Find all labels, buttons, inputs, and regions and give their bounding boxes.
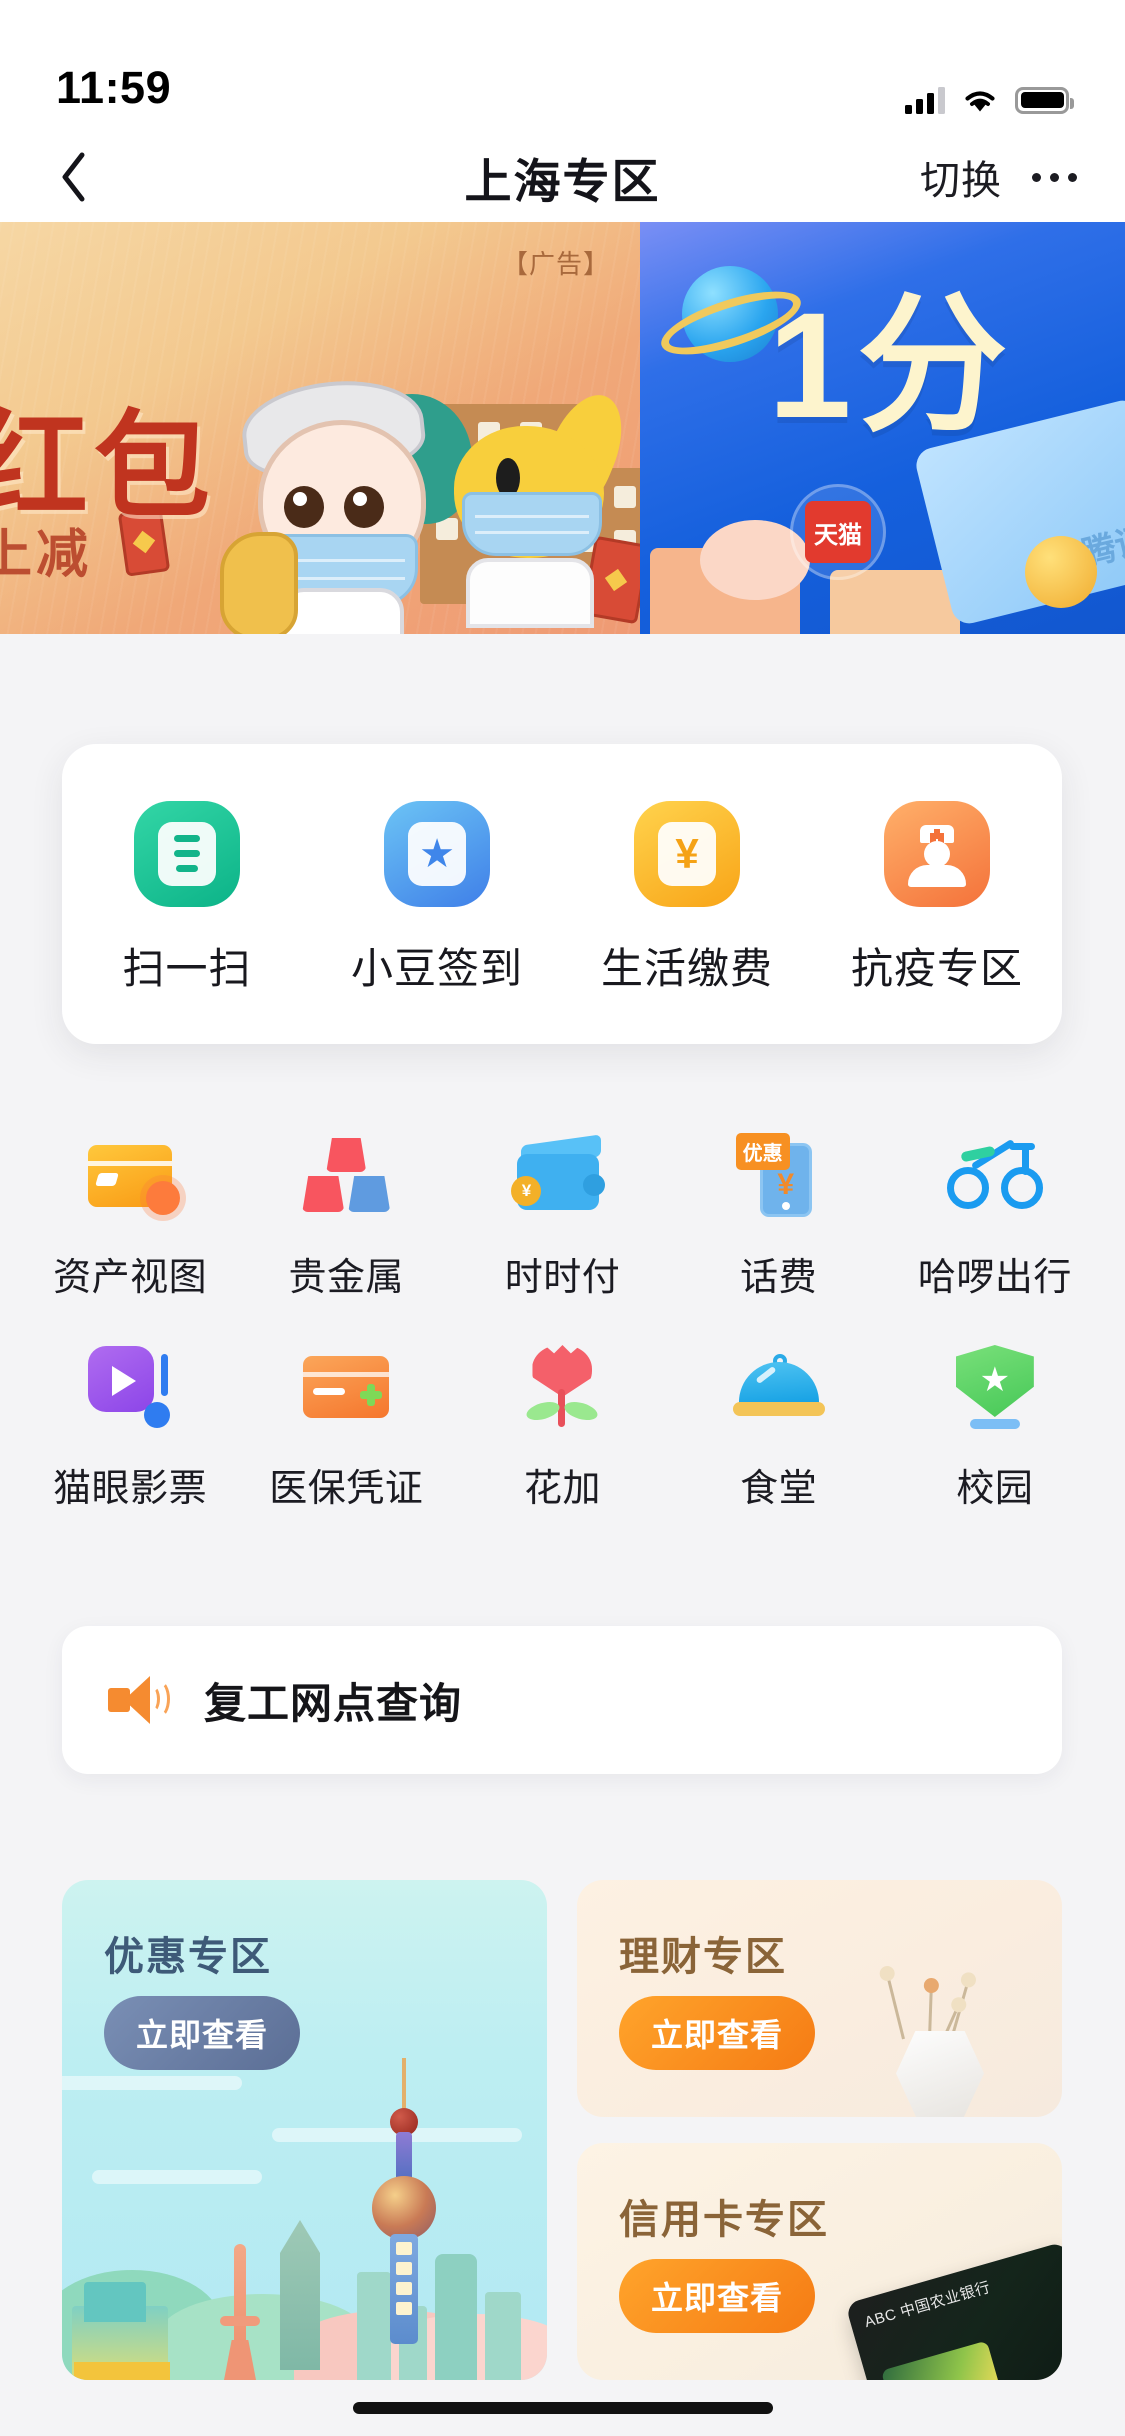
more-dots-icon[interactable] <box>1028 163 1081 192</box>
promo-card-creditcard[interactable]: 信用卡专区 立即查看 ABC 中国农业银行 Q <box>577 2143 1062 2380</box>
switch-region-button[interactable]: 切换 <box>920 148 1002 206</box>
quick-action-scan[interactable]: 扫一扫 <box>82 800 292 996</box>
credit-card-art: ABC 中国农业银行 Q <box>845 2241 1062 2380</box>
vase-art <box>896 2031 984 2117</box>
service-label: 食堂 <box>740 1468 818 1510</box>
movie-ticket-icon <box>82 1339 178 1435</box>
status-bar-time: 11:59 <box>56 62 172 113</box>
banner-right-headline: 1分 <box>768 281 1014 449</box>
campus-shield-icon: ★ <box>947 1339 1043 1435</box>
yen-payment-icon: ¥ <box>634 800 740 907</box>
coin-art <box>1025 536 1097 608</box>
nurse-epidemic-icon <box>884 800 990 907</box>
tulip-flower-icon <box>514 1339 610 1435</box>
gold-bars-icon <box>298 1128 394 1224</box>
cellular-signal-icon <box>905 86 945 114</box>
nav-bar: 上海专区 切换 <box>0 132 1125 222</box>
service-label: 时时付 <box>504 1257 621 1299</box>
service-huajia[interactable]: 花加 <box>464 1339 660 1512</box>
service-canteen[interactable]: 食堂 <box>681 1339 877 1512</box>
service-precious-metals[interactable]: 贵金属 <box>248 1128 444 1301</box>
promo-section: 优惠专区 立即查看 理财专区 立即查看 信用卡专区 立即查看 ABC 中国农业银… <box>62 1880 1062 2380</box>
service-label: 话费 <box>740 1257 818 1299</box>
battery-icon <box>1015 86 1074 114</box>
service-medical-insurance[interactable]: 医保凭证 <box>248 1339 444 1512</box>
antenna-tower-art <box>220 2244 260 2376</box>
promo-card-finance[interactable]: 理财专区 立即查看 <box>577 1880 1062 2117</box>
banner-carousel: 【广告】 红包 上减 1分 腾讯 天猫 <box>0 222 1125 634</box>
promo-title: 信用卡专区 <box>619 2198 829 2242</box>
shanghai-skyline-art <box>62 2050 547 2380</box>
service-label: 医保凭证 <box>269 1468 424 1510</box>
service-icon-grid: 资产视图 贵金属 ¥ 时时付 优惠 ¥ 话费 哈啰出行 猫眼影票 医保凭证 花加… <box>0 1128 1125 1550</box>
jinmao-tower-art <box>280 2220 320 2370</box>
promo-title: 理财专区 <box>619 1935 787 1979</box>
discount-badge: 优惠 <box>735 1133 790 1170</box>
planet-icon <box>654 266 808 368</box>
masked-dog-mascot-icon <box>432 384 637 634</box>
service-label: 资产视图 <box>53 1257 208 1299</box>
service-asset-view[interactable]: 资产视图 <box>32 1128 228 1301</box>
oriental-pearl-tower-art <box>368 2058 440 2358</box>
food-cloche-icon <box>731 1339 827 1435</box>
service-instant-pay[interactable]: ¥ 时时付 <box>464 1128 660 1301</box>
quick-action-label: 小豆签到 <box>350 944 523 992</box>
asset-card-icon <box>82 1128 181 1224</box>
service-label: 花加 <box>523 1468 601 1510</box>
megaphone-icon <box>108 1672 170 1728</box>
service-label: 校园 <box>956 1468 1034 1510</box>
quick-action-utilities[interactable]: ¥ 生活缴费 <box>582 800 792 996</box>
medical-insurance-card-icon <box>298 1339 394 1435</box>
service-campus[interactable]: ★ 校园 <box>897 1339 1093 1512</box>
service-label: 贵金属 <box>288 1257 405 1299</box>
promo-button[interactable]: 立即查看 <box>619 2259 816 2333</box>
quick-action-checkin[interactable]: ★ 小豆签到 <box>332 800 542 996</box>
quick-action-epidemic[interactable]: 抗疫专区 <box>832 800 1042 996</box>
banner-ad-left[interactable]: 【广告】 红包 上减 <box>0 222 640 634</box>
tmall-badge: 天猫 <box>790 484 886 580</box>
ad-label: 【广告】 <box>501 249 610 279</box>
masked-mascot-icon <box>220 372 452 634</box>
service-mobile-topup[interactable]: 优惠 ¥ 话费 <box>681 1128 877 1301</box>
vase-flowers-art <box>884 1953 996 2040</box>
service-label: 哈啰出行 <box>917 1257 1072 1299</box>
service-maoyan-movie[interactable]: 猫眼影票 <box>32 1339 228 1512</box>
bicycle-icon <box>946 1128 1043 1224</box>
promo-card-discount[interactable]: 优惠专区 立即查看 <box>62 1880 547 2380</box>
wallet-icon: ¥ <box>511 1128 610 1224</box>
service-label: 猫眼影票 <box>53 1468 208 1510</box>
quick-action-label: 生活缴费 <box>600 944 773 992</box>
mobile-topup-icon: 优惠 ¥ <box>731 1128 827 1224</box>
promo-button[interactable]: 立即查看 <box>619 1996 816 2070</box>
gift-box-art-2 <box>830 570 960 634</box>
service-grid-row-1: 资产视图 贵金属 ¥ 时时付 优惠 ¥ 话费 哈啰出行 <box>0 1128 1125 1301</box>
app-screen: 11:59 上海专区 切换 【广告】 红包 上减 1分 腾讯 天猫 扫一扫 ★ … <box>0 0 1125 2436</box>
star-checkin-icon: ★ <box>384 800 490 907</box>
quick-action-label: 扫一扫 <box>122 944 252 992</box>
service-hellobike[interactable]: 哈啰出行 <box>897 1128 1093 1301</box>
back-button[interactable] <box>44 147 104 207</box>
promo-title: 优惠专区 <box>104 1935 272 1979</box>
notice-text: 复工网点查询 <box>204 1679 463 1727</box>
status-bar: 11:59 <box>0 0 1125 132</box>
scan-code-icon <box>134 800 240 907</box>
home-indicator <box>352 2402 773 2414</box>
status-bar-indicators <box>905 86 1074 114</box>
notice-bar[interactable]: 复工网点查询 <box>62 1626 1062 1774</box>
banner-subline: 上减 <box>0 526 93 584</box>
banner-ad-right[interactable]: 1分 腾讯 天猫 <box>640 222 1125 634</box>
tmall-label: 天猫 <box>805 501 871 563</box>
service-grid-row-2: 猫眼影票 医保凭证 花加 食堂 ★ 校园 <box>0 1339 1125 1512</box>
quick-actions-card: 扫一扫 ★ 小豆签到 ¥ 生活缴费 抗疫专区 <box>62 744 1062 1044</box>
quick-action-label: 抗疫专区 <box>850 944 1023 992</box>
wifi-icon <box>961 86 999 114</box>
